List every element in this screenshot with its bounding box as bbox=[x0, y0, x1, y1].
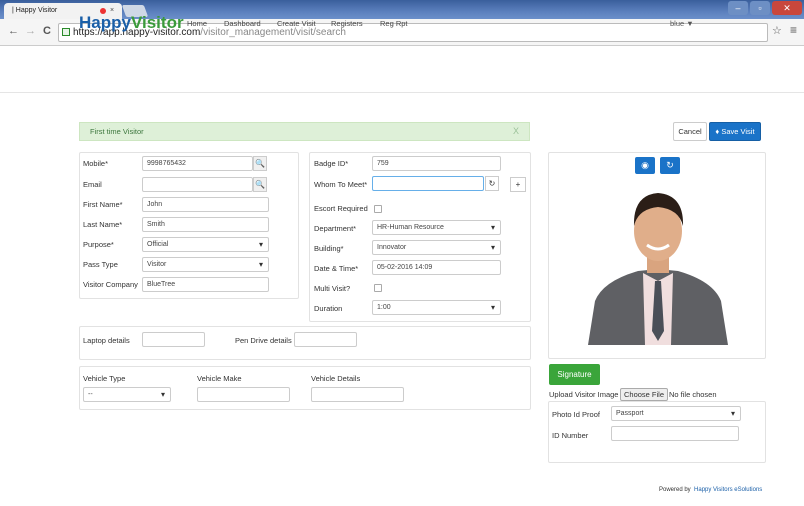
first-name-label: First Name* bbox=[83, 200, 123, 209]
back-icon[interactable]: ← bbox=[8, 25, 19, 37]
reload-icon[interactable]: C bbox=[43, 25, 51, 37]
add-icon[interactable]: + bbox=[510, 177, 526, 192]
save-visit-button[interactable]: ♦ Save Visit bbox=[709, 122, 761, 141]
date-time-label: Date & Time* bbox=[314, 264, 359, 273]
last-name-label: Last Name* bbox=[83, 220, 123, 229]
refresh-icon[interactable]: ↻ bbox=[485, 176, 499, 191]
pass-type-label: Pass Type bbox=[83, 260, 118, 269]
email-label: Email bbox=[83, 180, 102, 189]
nav-create-visit[interactable]: Create Visit bbox=[277, 19, 316, 28]
close-window-button[interactable]: ✕ bbox=[772, 1, 802, 15]
email-input[interactable] bbox=[142, 177, 253, 192]
logo-text-a: Happy bbox=[79, 13, 131, 32]
footer: Powered by Happy Visitors eSolutions bbox=[659, 487, 762, 493]
refresh-photo-icon[interactable]: ↻ bbox=[660, 157, 680, 174]
purpose-select[interactable]: Official bbox=[142, 237, 269, 252]
badge-id-input[interactable]: 759 bbox=[372, 156, 501, 171]
no-file-label: No file chosen bbox=[669, 390, 717, 399]
company-label: Visitor Company bbox=[83, 280, 138, 289]
badge-id-label: Badge ID* bbox=[314, 159, 349, 168]
pass-type-select[interactable]: Visitor bbox=[142, 257, 269, 272]
visitor-photo bbox=[563, 181, 754, 345]
nav-registers[interactable]: Registers bbox=[331, 19, 363, 28]
user-menu[interactable]: blue ▼ bbox=[670, 19, 694, 28]
laptop-input[interactable] bbox=[142, 332, 205, 347]
building-select[interactable]: Innovator bbox=[372, 240, 501, 255]
nav-dashboard[interactable]: Dashboard bbox=[224, 19, 261, 28]
alert-text: First time Visitor bbox=[90, 127, 144, 136]
powered-by-text: Powered by bbox=[659, 487, 691, 493]
building-label: Building* bbox=[314, 244, 344, 253]
vehicle-type-select[interactable]: -- bbox=[83, 387, 171, 402]
app-navbar bbox=[0, 47, 804, 93]
whom-to-meet-input[interactable] bbox=[372, 176, 484, 191]
vehicle-details-label: Vehicle Details bbox=[311, 374, 361, 383]
forward-icon[interactable]: → bbox=[25, 25, 36, 37]
laptop-label: Laptop details bbox=[83, 336, 130, 345]
vehicle-make-label: Vehicle Make bbox=[197, 374, 242, 383]
photo-id-label: Photo Id Proof bbox=[552, 410, 600, 419]
duration-label: Duration bbox=[314, 304, 343, 313]
whom-to-meet-label: Whom To Meet* bbox=[314, 180, 368, 189]
menu-icon[interactable]: ≡ bbox=[790, 23, 797, 37]
multi-visit-label: Multi Visit? bbox=[314, 284, 351, 293]
pen-drive-input[interactable] bbox=[294, 332, 357, 347]
escort-label: Escort Required bbox=[314, 204, 368, 213]
bookmark-star-icon[interactable]: ☆ bbox=[772, 24, 782, 37]
multi-visit-checkbox[interactable] bbox=[374, 284, 382, 292]
camera-icon[interactable]: ◉ bbox=[635, 157, 655, 174]
date-time-input[interactable]: 05-02-2016 14:09 bbox=[372, 260, 501, 275]
lock-icon bbox=[62, 28, 70, 36]
minimize-button[interactable]: – bbox=[728, 1, 748, 15]
alert-close-icon[interactable]: X bbox=[513, 123, 519, 140]
mobile-input[interactable]: 9998765432 bbox=[142, 156, 253, 171]
tab-title: | Happy Visitor bbox=[12, 7, 58, 14]
first-name-input[interactable]: John bbox=[142, 197, 269, 212]
mobile-search-icon[interactable]: 🔍 bbox=[253, 156, 267, 171]
department-label: Department* bbox=[314, 224, 357, 233]
upload-image-label: Upload Visitor Image bbox=[549, 390, 619, 399]
signature-button[interactable]: Signature bbox=[549, 364, 600, 385]
pen-drive-label: Pen Drive details bbox=[235, 336, 292, 345]
duration-select[interactable]: 1:00 bbox=[372, 300, 501, 315]
nav-reg-rpt[interactable]: Reg Rpt bbox=[380, 19, 408, 28]
maximize-button[interactable]: ▫ bbox=[750, 1, 770, 15]
cancel-button[interactable]: Cancel bbox=[673, 122, 707, 141]
url-path: /visitor_management/visit/search bbox=[200, 27, 346, 38]
email-search-icon[interactable]: 🔍 bbox=[253, 177, 267, 192]
last-name-input[interactable]: Smith bbox=[142, 217, 269, 232]
nav-home[interactable]: Home bbox=[187, 19, 207, 28]
first-time-alert: First time Visitor X bbox=[79, 122, 530, 141]
vehicle-type-label: Vehicle Type bbox=[83, 374, 126, 383]
vehicle-details-input[interactable] bbox=[311, 387, 404, 402]
footer-brand-link[interactable]: Happy Visitors eSolutions bbox=[694, 487, 762, 493]
mobile-label: Mobile* bbox=[83, 159, 109, 168]
company-input[interactable]: BlueTree bbox=[142, 277, 269, 292]
app-logo[interactable]: HappyVisitor bbox=[79, 13, 184, 33]
save-visit-label: Save Visit bbox=[721, 127, 755, 136]
choose-file-button[interactable]: Choose File bbox=[620, 388, 669, 401]
logo-text-b: Visitor bbox=[130, 13, 184, 32]
id-number-label: ID Number bbox=[552, 431, 589, 440]
photo-id-select[interactable]: Passport bbox=[611, 406, 741, 421]
vehicle-make-input[interactable] bbox=[197, 387, 290, 402]
escort-checkbox[interactable] bbox=[374, 205, 382, 213]
id-number-input[interactable] bbox=[611, 426, 739, 441]
department-select[interactable]: HR-Human Resource bbox=[372, 220, 501, 235]
purpose-label: Purpose* bbox=[83, 240, 114, 249]
